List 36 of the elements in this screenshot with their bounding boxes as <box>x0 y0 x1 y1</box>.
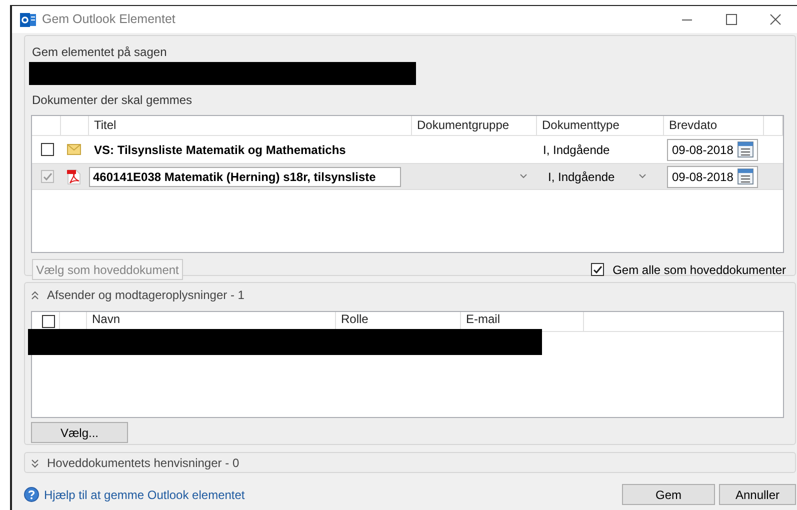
close-icon <box>770 14 780 25</box>
section-label: Dokumenter der skal gemmes <box>32 92 194 109</box>
cancel-button[interactable]: Annuller <box>719 484 796 505</box>
column-header[interactable]: Dokumentgruppe <box>412 116 537 135</box>
help-icon[interactable] <box>24 487 39 502</box>
column-header[interactable]: Navn <box>92 313 120 326</box>
column-header[interactable]: E-mail <box>466 313 500 326</box>
collapse-icon[interactable] <box>31 290 39 300</box>
table-row[interactable]: VS: Tilsynsliste Matematik og Mathematichs I, Indgående 09-08-2018 <box>32 136 783 163</box>
checkbox-label[interactable]: Gem alle som hoveddokumenter <box>612 260 786 278</box>
date-field[interactable]: 09-08-2018 <box>667 138 758 160</box>
save-button[interactable]: Gem <box>622 484 715 505</box>
column-header[interactable]: Titel <box>89 116 412 135</box>
chevron-down-icon <box>520 174 527 179</box>
section-header[interactable]: Afsender og modtageroplysninger - 1 <box>47 286 244 304</box>
document-type: I, Indgående <box>542 142 610 158</box>
maximize-icon <box>726 14 736 25</box>
column-header[interactable]: Dokumenttype <box>537 116 664 135</box>
chevron-down-icon <box>639 174 646 179</box>
check-icon <box>42 171 53 182</box>
check-icon <box>592 264 603 275</box>
column-header[interactable]: Brevdato <box>664 116 764 135</box>
choose-button[interactable]: Vælg... <box>31 422 128 443</box>
envelope-icon <box>67 144 81 155</box>
window-title: Gem Outlook Elementet <box>42 11 176 28</box>
expand-icon[interactable] <box>31 458 39 468</box>
outlook-icon <box>20 12 36 28</box>
checkbox[interactable] <box>42 315 55 328</box>
help-link[interactable]: Hjælp til at gemme Outlook elementet <box>44 486 245 504</box>
calendar-icon[interactable] <box>737 141 754 158</box>
pdf-icon <box>67 168 81 184</box>
checkbox[interactable] <box>41 143 54 156</box>
case-label: Gem elementet på sagen <box>32 44 168 61</box>
checkbox[interactable] <box>590 263 604 276</box>
document-title: VS: Tilsynsliste Matematik og Mathematichs <box>93 142 346 158</box>
column-header[interactable]: Rolle <box>341 313 368 326</box>
